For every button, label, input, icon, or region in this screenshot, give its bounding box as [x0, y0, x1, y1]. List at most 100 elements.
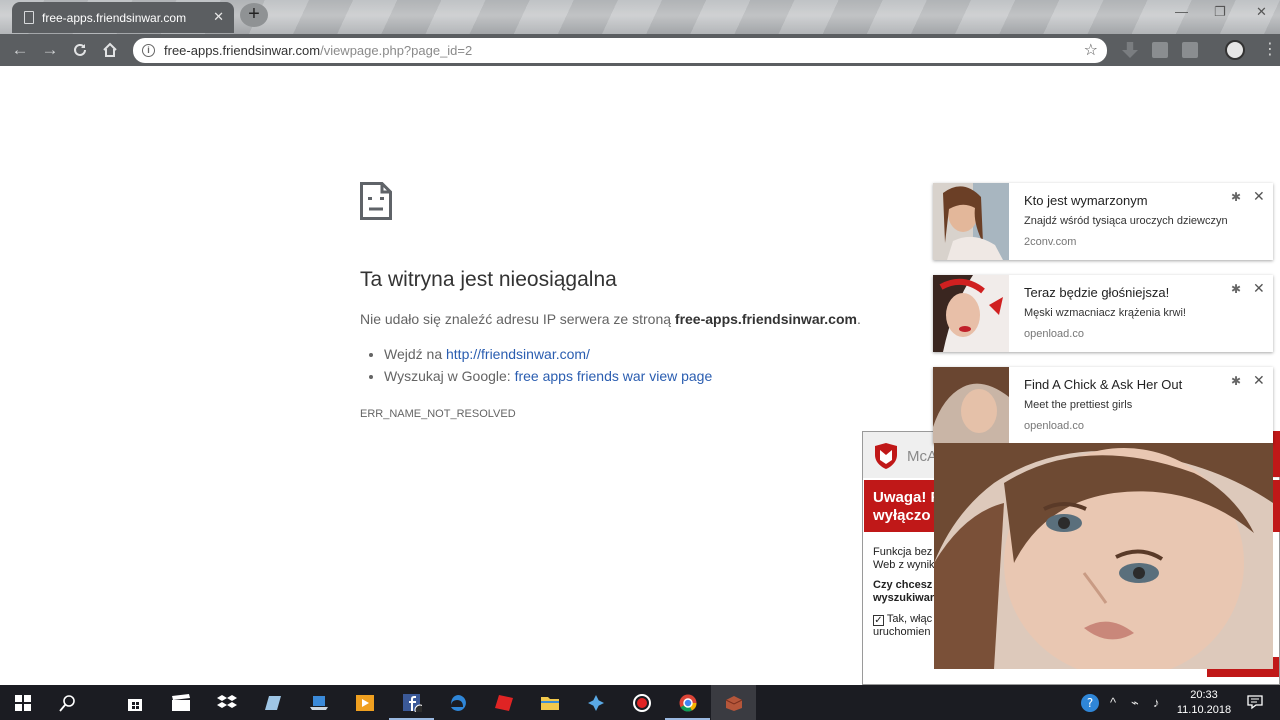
- taskbar-chrome[interactable]: [665, 685, 710, 720]
- maximize-button[interactable]: ❐: [1214, 4, 1226, 20]
- download-extension-icon[interactable]: [1122, 42, 1138, 58]
- taskbar-store[interactable]: [112, 685, 157, 720]
- home-icon: [103, 42, 117, 57]
- reload-button[interactable]: [69, 39, 91, 61]
- search-button[interactable]: [45, 685, 90, 720]
- start-button[interactable]: [0, 685, 45, 720]
- dialog-body-text: Funkcja bez Web z wynik: [873, 546, 935, 571]
- dialog-question: Czy chcesz wyszukiwar: [873, 579, 935, 604]
- taskbar-edge[interactable]: [435, 685, 480, 720]
- notification-photo: [933, 183, 1009, 260]
- address-bar[interactable]: i free-apps.friendsinwar.com/viewpage.ph…: [133, 38, 1107, 63]
- site-info-icon[interactable]: i: [142, 44, 155, 57]
- laptop-icon: [310, 696, 328, 710]
- homepage-link[interactable]: http://friendsinwar.com/: [446, 346, 590, 362]
- windows-taskbar: ? ^ ⌁ ♪ 20:33 11.10.2018: [0, 685, 1280, 720]
- taskbar-app[interactable]: [573, 685, 618, 720]
- taskbar-app[interactable]: [296, 685, 341, 720]
- bookmark-star-icon[interactable]: ☆: [1084, 40, 1098, 60]
- sad-page-icon: [360, 182, 392, 220]
- power-icon[interactable]: ⌁: [1131, 695, 1139, 711]
- tray-expand-icon[interactable]: ^: [1110, 695, 1116, 710]
- notification-photo: [933, 367, 1009, 444]
- error-description: Nie udało się znaleźć adresu IP serwera …: [360, 311, 861, 327]
- edge-browser-icon: [451, 695, 466, 711]
- extension-icon[interactable]: [1182, 42, 1198, 58]
- error-title: Ta witryna jest nieosiągalna: [360, 268, 617, 291]
- new-tab-button[interactable]: +: [240, 3, 268, 27]
- notification-title: Kto jest wymarzonym: [1024, 193, 1148, 208]
- notification-source: 2conv.com: [1024, 236, 1077, 248]
- browser-toolbar: ← → i free-apps.friendsinwar.com/viewpag…: [0, 34, 1280, 66]
- roblox-icon: [495, 695, 513, 711]
- gear-icon[interactable]: ✱: [1231, 282, 1241, 296]
- notification-body: Meet the prettiest girls: [1024, 399, 1133, 411]
- facebook-icon: [403, 694, 422, 712]
- notification-source: openload.co: [1024, 420, 1084, 432]
- help-icon[interactable]: ?: [1080, 693, 1100, 713]
- taskbar-file-explorer[interactable]: [527, 685, 572, 720]
- home-button[interactable]: [99, 39, 121, 61]
- tab-strip: free-apps.friendsinwar.com ✕ + — ❐ ✕: [0, 0, 1280, 34]
- close-icon[interactable]: ✕: [1253, 372, 1265, 389]
- notification-source: openload.co: [1024, 328, 1084, 340]
- advertisement-photo[interactable]: [934, 443, 1273, 669]
- enable-checkbox[interactable]: ✓ Tak, włąc uruchomien: [873, 613, 943, 639]
- mcafee-shield-icon: [875, 443, 897, 469]
- close-window-button[interactable]: ✕: [1256, 4, 1267, 20]
- taskbar-dropbox[interactable]: [204, 685, 249, 720]
- notification-center-icon[interactable]: [1247, 694, 1263, 710]
- error-code: ERR_NAME_NOT_RESOLVED: [360, 408, 516, 420]
- notification-card[interactable]: Find A Chick & Ask Her Out Meet the pret…: [933, 367, 1273, 444]
- url-text: free-apps.friendsinwar.com/viewpage.php?…: [164, 43, 473, 58]
- package-icon: [725, 696, 743, 711]
- media-player-icon: [356, 695, 374, 711]
- dialog-brand: McA: [907, 448, 937, 465]
- store-icon: [128, 699, 142, 711]
- taskbar-facebook[interactable]: [389, 685, 434, 720]
- page-icon: [24, 11, 34, 24]
- taskbar-media-player[interactable]: [342, 685, 387, 720]
- minimize-button[interactable]: —: [1175, 4, 1188, 19]
- search-icon: [59, 695, 75, 712]
- extension-icon[interactable]: [1152, 42, 1168, 58]
- close-icon[interactable]: ✕: [1253, 188, 1265, 205]
- notification-body: Znajdź wśród tysiąca uroczych dziewczyn: [1024, 215, 1228, 227]
- dropbox-icon: [217, 695, 237, 708]
- taskbar-recorder[interactable]: [619, 685, 664, 720]
- suggestions-list: Wejdź na http://friendsinwar.com/ Wyszuk…: [384, 346, 712, 390]
- forward-button[interactable]: →: [39, 39, 61, 61]
- system-clock[interactable]: 20:33 11.10.2018: [1176, 688, 1232, 718]
- google-search-link[interactable]: free apps friends war view page: [515, 368, 713, 384]
- taskbar-roblox[interactable]: [481, 685, 526, 720]
- checkbox-checked-icon[interactable]: ✓: [873, 615, 884, 626]
- svg-text:?: ?: [1087, 696, 1093, 710]
- taskbar-video-editor[interactable]: [158, 685, 203, 720]
- chrome-icon: [679, 694, 697, 712]
- tab-close-icon[interactable]: ✕: [213, 9, 224, 25]
- gear-icon[interactable]: ✱: [1231, 374, 1241, 388]
- folder-icon: [541, 697, 559, 710]
- list-item: Wyszukaj w Google: free apps friends war…: [384, 368, 712, 384]
- notification-card[interactable]: Teraz będzie głośniejsza! Męski wzmacnia…: [933, 275, 1273, 352]
- notification-photo: [933, 275, 1009, 352]
- back-button[interactable]: ←: [9, 39, 31, 61]
- notification-title: Teraz będzie głośniejsza!: [1024, 285, 1170, 300]
- windows-logo-icon: [15, 695, 31, 711]
- gamepad-icon: [588, 695, 604, 711]
- browser-tab[interactable]: free-apps.friendsinwar.com ✕: [12, 2, 234, 33]
- menu-icon[interactable]: ⋮: [1262, 40, 1278, 60]
- clapperboard-icon: [172, 694, 190, 711]
- list-item: Wejdź na http://friendsinwar.com/: [384, 346, 712, 362]
- pen-tablet-icon: [265, 696, 281, 710]
- record-icon: [633, 694, 651, 712]
- gear-icon[interactable]: ✱: [1231, 190, 1241, 204]
- taskbar-app[interactable]: [711, 685, 756, 720]
- notification-card[interactable]: Kto jest wymarzonym Znajdź wśród tysiąca…: [933, 183, 1273, 260]
- profile-avatar[interactable]: [1225, 40, 1245, 60]
- notification-title: Find A Chick & Ask Her Out: [1024, 377, 1183, 392]
- reload-icon: [74, 43, 86, 56]
- volume-icon[interactable]: ♪: [1153, 695, 1160, 710]
- close-icon[interactable]: ✕: [1253, 280, 1265, 297]
- taskbar-app[interactable]: [250, 685, 295, 720]
